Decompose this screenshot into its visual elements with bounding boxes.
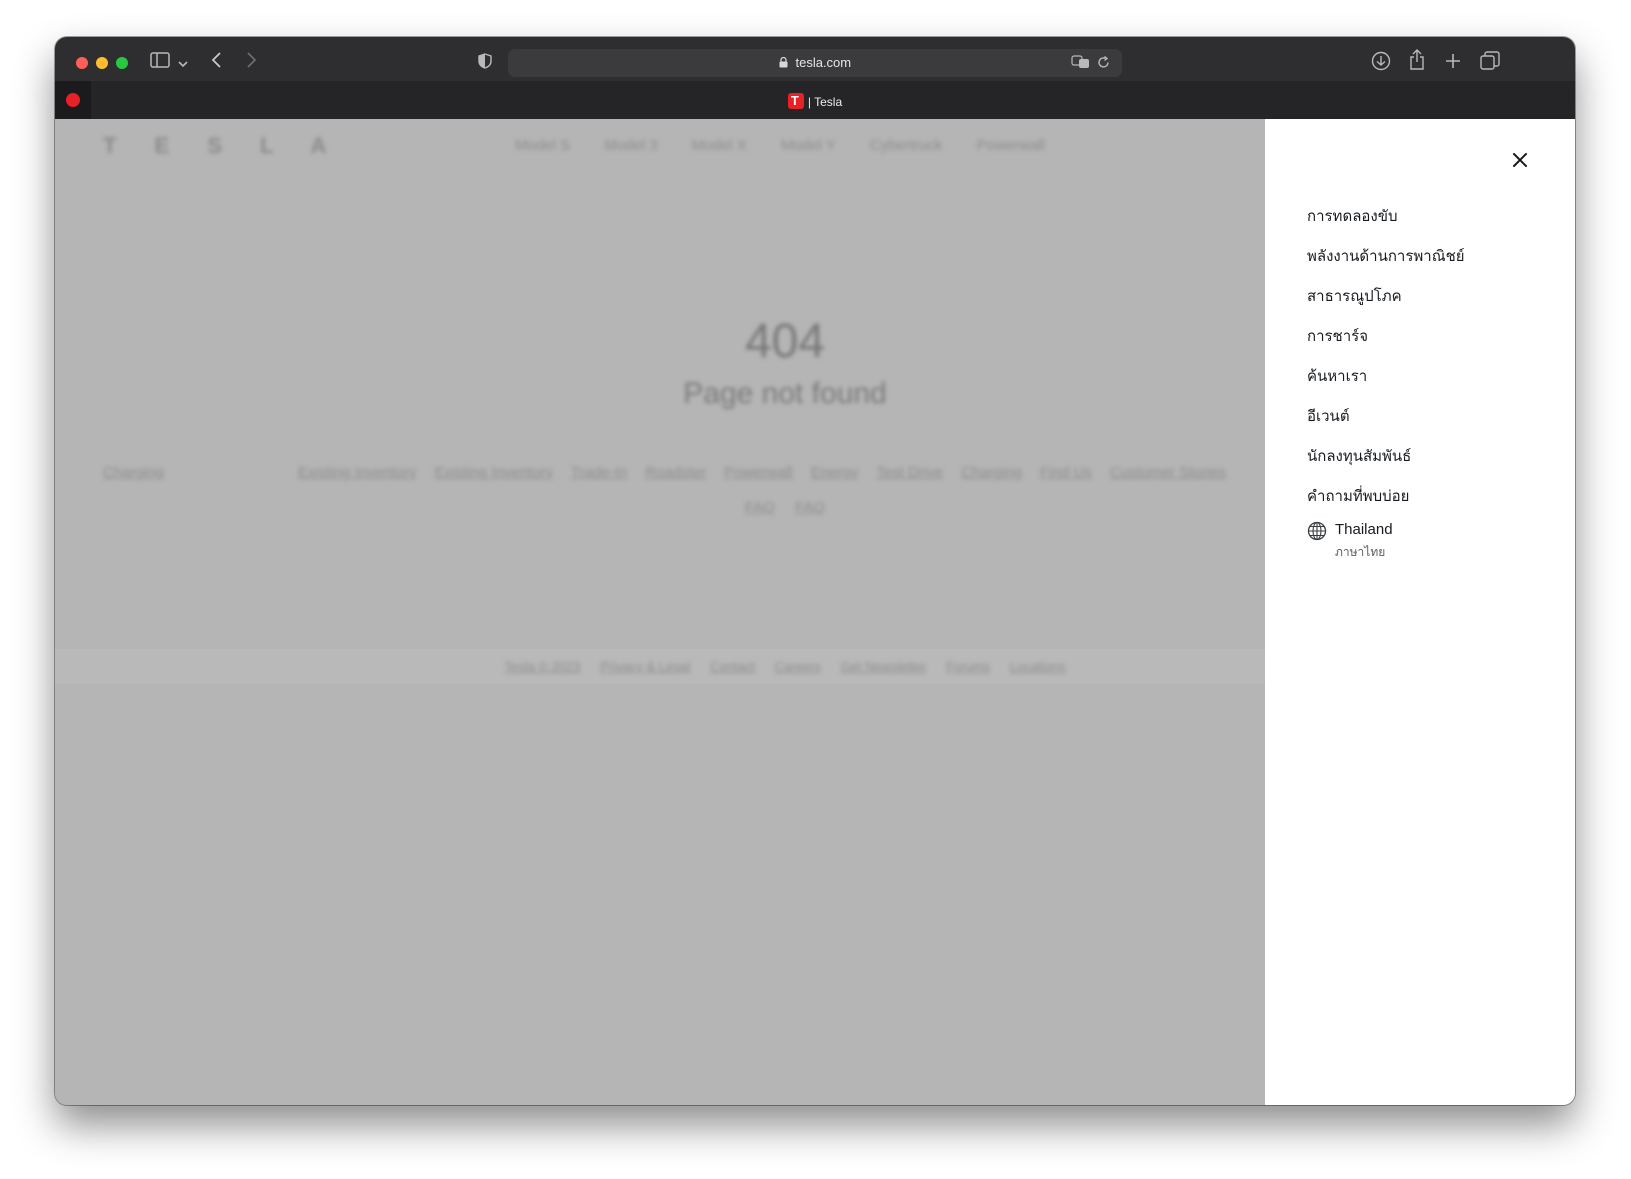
region-name: Thailand [1335, 521, 1393, 538]
nav-item: Powerwall [976, 137, 1045, 154]
link-item: Powerwall [724, 464, 793, 481]
chevron-down-icon[interactable] [178, 55, 188, 73]
footer-link: Forums [946, 659, 991, 674]
browser-toolbar: tesla.com [55, 37, 1575, 81]
link-item: Existing Inventory [434, 464, 553, 481]
menu-item-charging[interactable]: การชาร์จ [1307, 324, 1465, 364]
footer-link: Privacy & Legal [600, 659, 691, 674]
menu-item-test-drive[interactable]: การทดลองขับ [1307, 204, 1465, 244]
browser-window: tesla.com | Tesla T E [55, 37, 1575, 1105]
menu-item-commercial-energy[interactable]: พลังงานด้านการพาณิชย์ [1307, 244, 1465, 284]
link-item: Test Drive [876, 464, 943, 481]
link-item: Charging [103, 464, 164, 481]
close-icon [1513, 153, 1527, 167]
forward-icon[interactable] [245, 52, 257, 73]
links-row-1: Charging Existing Inventory Existing Inv… [103, 464, 1240, 481]
link-item: FAQ [744, 499, 775, 516]
footer-link: Careers [774, 659, 821, 674]
menu-item-find-us[interactable]: ค้นหาเรา [1307, 364, 1465, 404]
reload-icon[interactable] [1097, 55, 1110, 74]
address-bar[interactable]: tesla.com [508, 49, 1122, 77]
close-window-button[interactable] [76, 57, 88, 69]
zoom-window-button[interactable] [116, 57, 128, 69]
link-item: Charging [961, 464, 1022, 481]
nav-item: Cybertruck [869, 137, 943, 154]
active-tab[interactable]: | Tesla [55, 93, 1575, 109]
menu-item-investor-relations[interactable]: นักลงทุนสัมพันธ์ [1307, 444, 1465, 484]
shield-icon[interactable] [478, 53, 492, 74]
tabs-overview-icon[interactable] [1480, 51, 1500, 76]
link-item: Roadster [645, 464, 707, 481]
nav-item: Model S [515, 137, 571, 154]
close-menu-button[interactable] [1505, 145, 1535, 175]
drawer-menu: การทดลองขับ พลังงานด้านการพาณิชย์ สาธารณ… [1307, 204, 1465, 524]
tesla-logo: T E S L A [103, 133, 343, 158]
footer-link: Contact [710, 659, 755, 674]
menu-item-utilities[interactable]: สาธารณูปโภค [1307, 284, 1465, 324]
tesla-favicon-icon [787, 93, 804, 109]
link-item: Trade-In [570, 464, 628, 481]
side-menu-drawer: การทดลองขับ พลังงานด้านการพาณิชย์ สาธารณ… [1265, 119, 1575, 1105]
link-item: FAQ [795, 499, 826, 516]
link-item: Existing Inventory [298, 464, 417, 481]
top-nav: Model S Model 3 Model X Model Y Cybertru… [515, 137, 1075, 154]
back-icon[interactable] [211, 52, 223, 73]
menu-item-faq[interactable]: คำถามที่พบบ่อย [1307, 484, 1465, 524]
translate-icon[interactable] [1071, 55, 1091, 74]
footer-link: Tesla © 2023 [504, 659, 581, 674]
globe-icon [1307, 521, 1327, 541]
tab-bar: | Tesla [55, 81, 1575, 120]
download-icon[interactable] [1371, 51, 1391, 76]
share-icon[interactable] [1409, 49, 1425, 76]
nav-item: Model Y [780, 137, 836, 154]
menu-item-events[interactable]: อีเวนต์ [1307, 404, 1465, 444]
link-item: Energy [810, 464, 859, 481]
region-language: ภาษาไทย [1335, 545, 1386, 559]
footer-link: Locations [1009, 659, 1066, 674]
footer-link: Get Newsletter [840, 659, 927, 674]
link-item: Find Us [1040, 464, 1092, 481]
nav-item: Model 3 [604, 137, 658, 154]
lock-icon [779, 55, 796, 70]
nav-item: Model X [691, 137, 747, 154]
sidebar-icon[interactable] [150, 52, 170, 73]
tab-title: | Tesla [807, 95, 843, 109]
link-item: Customer Stories [1110, 464, 1226, 481]
minimize-window-button[interactable] [96, 57, 108, 69]
url-text: tesla.com [795, 55, 852, 70]
plus-icon[interactable] [1445, 53, 1461, 74]
